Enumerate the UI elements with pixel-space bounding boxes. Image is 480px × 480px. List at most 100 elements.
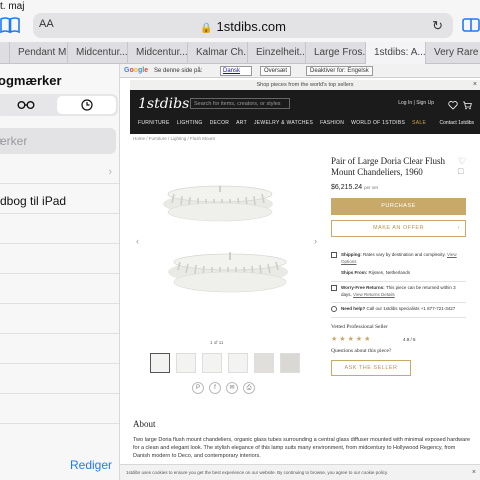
tab[interactable]: Pendant M... bbox=[10, 42, 68, 64]
tab[interactable]: Very Rare bbox=[426, 42, 480, 64]
make-offer-button[interactable]: MAKE AN OFFER › bbox=[331, 220, 466, 237]
sidebar-search-input[interactable]: ærker bbox=[0, 128, 116, 154]
reading-list-tab[interactable] bbox=[0, 94, 55, 116]
ask-seller-button[interactable]: ASK THE SELLER bbox=[331, 360, 411, 376]
tab-partial[interactable] bbox=[0, 42, 10, 64]
tab[interactable]: Kalmar Ch... bbox=[188, 42, 248, 64]
divider bbox=[331, 317, 466, 318]
nav-lighting[interactable]: LIGHTING bbox=[177, 120, 203, 126]
thumbnail[interactable] bbox=[150, 353, 170, 373]
history-tab[interactable] bbox=[57, 96, 116, 114]
help-label: Need help? bbox=[341, 306, 366, 311]
tab-bar: Pendant M... Midcentur... Midcentur... K… bbox=[0, 42, 480, 64]
heart-icon[interactable] bbox=[448, 97, 458, 110]
sidebar-empty-row bbox=[0, 214, 119, 244]
about-heading: About bbox=[133, 419, 156, 429]
nav-world[interactable]: WORLD OF 1STDIBS bbox=[351, 120, 405, 126]
nav-sale[interactable]: SALE bbox=[412, 120, 426, 126]
cookie-text: 1stdibs uses cookies to ensure you get t… bbox=[126, 470, 389, 475]
thumbnail[interactable] bbox=[202, 353, 222, 373]
rating-stars: ★ ★ ★ ★ ★ bbox=[331, 335, 370, 343]
nav-jewelry[interactable]: JEWELRY & WATCHES bbox=[254, 120, 313, 126]
sidebar-edit-button[interactable]: Rediger bbox=[70, 458, 112, 472]
vetted-seller-label: Vetted Professional Seller bbox=[331, 324, 388, 330]
browser-toolbar: t. maj AA 🔒 1stdibs.com ↻ bbox=[0, 0, 480, 42]
star-icon: ★ bbox=[339, 336, 346, 343]
nav-fashion[interactable]: FASHION bbox=[320, 120, 344, 126]
returns-label: Worry-Free Returns: bbox=[341, 285, 385, 290]
divider bbox=[331, 281, 466, 282]
shipping-text: Rates vary by destination and complexity… bbox=[363, 252, 446, 257]
product-image[interactable] bbox=[130, 146, 320, 346]
tabs-overview-icon[interactable] bbox=[462, 16, 480, 34]
url-text[interactable]: 🔒 1stdibs.com bbox=[33, 19, 453, 34]
thumbnail[interactable] bbox=[254, 353, 274, 373]
sidebar-row-label: dbog til iPad bbox=[0, 194, 67, 208]
product-title: Pair of Large Doria Clear Flush Mount Ch… bbox=[331, 156, 446, 177]
cart-icon[interactable] bbox=[462, 97, 472, 110]
thumbnail[interactable] bbox=[228, 353, 248, 373]
status-time: t. maj bbox=[0, 1, 25, 12]
nav-contact[interactable]: Contact 1stdibs bbox=[440, 120, 474, 126]
print-icon[interactable]: ⎙ bbox=[243, 382, 255, 394]
site-search-input[interactable]: Search for items, creators, or styles bbox=[190, 98, 290, 109]
sidebar-empty-row bbox=[0, 334, 119, 364]
translate-button[interactable]: Oversæt bbox=[260, 66, 292, 76]
thumbnail[interactable] bbox=[176, 353, 196, 373]
close-icon[interactable]: × bbox=[473, 80, 477, 90]
email-icon[interactable]: ✉ bbox=[226, 382, 238, 394]
star-icon: ★ bbox=[364, 336, 371, 343]
shipping-info: Shipping: Rates vary by destination and … bbox=[331, 252, 466, 265]
nav-furniture[interactable]: FURNITURE bbox=[138, 120, 170, 126]
tab[interactable]: Midcentur... bbox=[128, 42, 188, 64]
sidebar-row[interactable]: dbog til iPad bbox=[0, 184, 119, 214]
pinterest-icon[interactable]: P bbox=[192, 382, 204, 394]
facebook-icon[interactable]: f bbox=[209, 382, 221, 394]
tab[interactable]: Large Fros... bbox=[306, 42, 366, 64]
chevron-right-icon: › bbox=[457, 225, 460, 231]
shipping-label: Shipping: bbox=[341, 252, 362, 257]
google-translate-bar: Google Se denne side på: Dansk Oversæt D… bbox=[120, 64, 480, 78]
breadcrumb[interactable]: Home / Furniture / Lighting / Flush Moun… bbox=[133, 136, 215, 141]
about-text: Two large Doria flush mount chandeliers,… bbox=[133, 437, 471, 459]
disable-translate-button[interactable]: Deaktiver for: Engelsk bbox=[306, 66, 373, 76]
translate-prompt: Se denne side på: bbox=[154, 68, 203, 74]
close-icon[interactable]: × bbox=[472, 465, 476, 480]
thumbnail[interactable] bbox=[280, 353, 300, 373]
next-image-icon[interactable]: › bbox=[314, 236, 317, 246]
tab[interactable]: Midcentur... bbox=[68, 42, 128, 64]
phone-icon bbox=[331, 306, 337, 312]
site-logo[interactable]: 1stdibs bbox=[138, 96, 189, 112]
product-price: $6,215.24 per set bbox=[331, 184, 378, 191]
address-bar[interactable]: AA 🔒 1stdibs.com ↻ bbox=[33, 13, 453, 38]
help-text: Call our 1stdibs specialists +1 877-721-… bbox=[366, 306, 456, 311]
thumbnail-strip bbox=[150, 353, 300, 373]
tab[interactable]: Einzelheit... bbox=[248, 42, 306, 64]
favorite-icon[interactable]: ♡ □ bbox=[458, 156, 468, 176]
star-icon: ★ bbox=[347, 336, 354, 343]
folder-icon[interactable]: □ bbox=[458, 166, 463, 176]
glasses-icon bbox=[17, 101, 34, 109]
google-logo: Google bbox=[124, 67, 149, 74]
star-icon: ★ bbox=[355, 336, 363, 343]
chevron-right-icon: › bbox=[108, 166, 112, 178]
sidebar-title: ogmærker bbox=[0, 73, 62, 88]
share-icons: P f ✉ ⎙ bbox=[192, 382, 255, 394]
nav-art[interactable]: ART bbox=[236, 120, 247, 126]
translate-language-select[interactable]: Dansk bbox=[220, 66, 252, 76]
make-offer-label: MAKE AN OFFER bbox=[372, 225, 425, 231]
returns-icon bbox=[331, 285, 337, 291]
url-label: 1stdibs.com bbox=[216, 19, 286, 34]
tab-active[interactable]: 1stdibs: A... bbox=[366, 42, 426, 64]
returns-link[interactable]: View Returns Details bbox=[353, 292, 395, 297]
nav-decor[interactable]: DECOR bbox=[210, 120, 230, 126]
reload-icon[interactable]: ↻ bbox=[432, 18, 443, 34]
ships-from-label: Ships From: bbox=[341, 270, 368, 275]
promo-text: Shop pieces from the world's top sellers bbox=[256, 82, 354, 88]
purchase-button[interactable]: PURCHASE bbox=[331, 198, 466, 215]
login-links[interactable]: Log In | Sign Up bbox=[398, 100, 434, 106]
sidebar-row[interactable]: › bbox=[0, 162, 119, 184]
prev-image-icon[interactable]: ‹ bbox=[136, 236, 139, 246]
sidebar-empty-row bbox=[0, 364, 119, 394]
bookmarks-icon[interactable] bbox=[0, 16, 20, 34]
